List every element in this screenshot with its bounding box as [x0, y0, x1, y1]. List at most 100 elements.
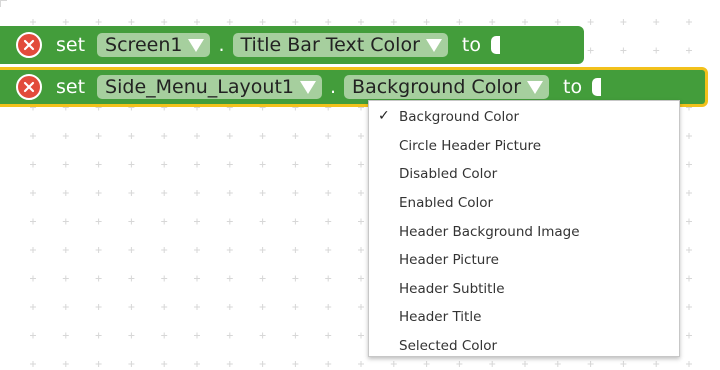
- plus-icon: [259, 218, 266, 225]
- menu-item-selected-color[interactable]: Selected Color: [369, 332, 679, 361]
- plus-icon: [194, 332, 200, 339]
- close-x-circle-icon[interactable]: [16, 74, 42, 100]
- menu-item-label: Background Color: [399, 109, 520, 126]
- component-name: Side_Menu_Layout1: [105, 76, 294, 98]
- plus-icon: [686, 332, 692, 339]
- component-name: Screen1: [105, 34, 183, 56]
- plus-icon: [62, 190, 69, 196]
- plus-icon: [587, 47, 594, 54]
- checkmark-icon: ✓: [378, 108, 390, 124]
- plus-icon: [226, 275, 233, 282]
- plus-icon: [259, 275, 266, 282]
- plus-icon: [686, 361, 692, 367]
- plus-icon: [259, 190, 266, 196]
- menu-item-header-picture[interactable]: Header Picture: [369, 246, 679, 275]
- plus-icon: [194, 19, 200, 25]
- component-dropdown[interactable]: Side_Menu_Layout1: [97, 75, 322, 99]
- plus-icon: [62, 361, 69, 367]
- chevron-down-icon[interactable]: [188, 38, 205, 52]
- plus-icon: [292, 190, 299, 196]
- plus-icon: [95, 332, 102, 339]
- plus-icon: [686, 218, 692, 225]
- plus-icon: [95, 304, 102, 310]
- menu-item-label: Header Picture: [399, 252, 499, 269]
- plus-icon: [194, 218, 200, 225]
- plus-icon: [292, 161, 299, 168]
- property-name: Background Color: [352, 76, 522, 98]
- to-keyword: to: [461, 34, 481, 56]
- plus-icon: [30, 218, 36, 225]
- plus-icon: [194, 133, 200, 139]
- plus-icon: [620, 47, 627, 54]
- plus-icon: [128, 190, 135, 196]
- plus-icon: [358, 133, 364, 139]
- plus-icon: [325, 247, 332, 253]
- plus-icon: [161, 190, 168, 196]
- set-block-screen1[interactable]: set Screen1 . Title Bar Text Color to: [0, 26, 584, 64]
- plus-icon: [194, 161, 200, 168]
- plus-icon: [423, 361, 430, 367]
- plus-icon: [62, 332, 69, 339]
- plus-icon: [30, 361, 36, 367]
- plus-icon: [653, 361, 660, 367]
- plus-icon: [161, 247, 168, 253]
- to-keyword: to: [563, 76, 583, 98]
- plus-icon: [390, 361, 397, 367]
- plus-icon: [325, 361, 332, 367]
- menu-item-circle-header-picture[interactable]: Circle Header Picture: [369, 132, 679, 161]
- plus-icon: [686, 247, 692, 253]
- plus-icon: [259, 133, 266, 139]
- plus-icon: [292, 332, 299, 339]
- plus-icon: [292, 247, 299, 253]
- plus-icon: [30, 275, 36, 282]
- plus-icon: [226, 190, 233, 196]
- menu-item-disabled-color[interactable]: Disabled Color: [369, 160, 679, 189]
- value-socket[interactable]: [592, 78, 602, 96]
- chevron-down-icon[interactable]: [299, 80, 316, 94]
- menu-item-header-subtitle[interactable]: Header Subtitle: [369, 275, 679, 304]
- property-dropdown[interactable]: Background Color: [344, 75, 550, 99]
- plus-icon: [686, 47, 692, 54]
- plus-icon: [292, 304, 299, 310]
- menu-item-enabled-color[interactable]: Enabled Color: [369, 189, 679, 218]
- chevron-down-icon[interactable]: [425, 38, 442, 52]
- plus-icon: [30, 247, 36, 253]
- plus-icon: [358, 247, 364, 253]
- menu-item-header-background-image[interactable]: Header Background Image: [369, 217, 679, 246]
- plus-icon: [95, 275, 102, 282]
- plus-icon: [325, 133, 332, 139]
- plus-icon: [161, 332, 168, 339]
- plus-icon: [62, 161, 69, 168]
- menu-item-label: Selected Color: [399, 338, 498, 355]
- plus-icon: [226, 332, 233, 339]
- plus-icon: [62, 304, 69, 310]
- plus-icon: [95, 247, 102, 253]
- menu-item-label: Enabled Color: [399, 195, 494, 212]
- plus-icon: [358, 275, 364, 282]
- value-socket[interactable]: [490, 36, 500, 54]
- chevron-down-icon[interactable]: [527, 80, 544, 94]
- plus-icon: [30, 304, 36, 310]
- plus-icon: [30, 133, 36, 139]
- close-x-circle-icon[interactable]: [16, 32, 42, 58]
- plus-icon: [226, 247, 233, 253]
- plus-icon: [259, 332, 266, 339]
- plus-icon: [489, 19, 496, 25]
- property-dropdown[interactable]: Title Bar Text Color: [232, 33, 448, 57]
- menu-item-header-title[interactable]: Header Title: [369, 303, 679, 332]
- plus-icon: [62, 218, 69, 225]
- plus-icon: [128, 247, 135, 253]
- plus-icon: [686, 304, 692, 310]
- plus-icon: [128, 304, 135, 310]
- plus-icon: [587, 361, 594, 367]
- plus-icon: [292, 19, 299, 25]
- plus-icon: [456, 361, 463, 367]
- plus-icon: [128, 19, 135, 25]
- plus-icon: [95, 361, 102, 367]
- plus-icon: [62, 133, 69, 139]
- plus-icon: [30, 161, 36, 168]
- property-name: Title Bar Text Color: [240, 34, 420, 56]
- component-dropdown[interactable]: Screen1: [97, 33, 211, 57]
- plus-icon: [292, 133, 299, 139]
- menu-item-background-color[interactable]: ✓ Background Color: [369, 103, 679, 132]
